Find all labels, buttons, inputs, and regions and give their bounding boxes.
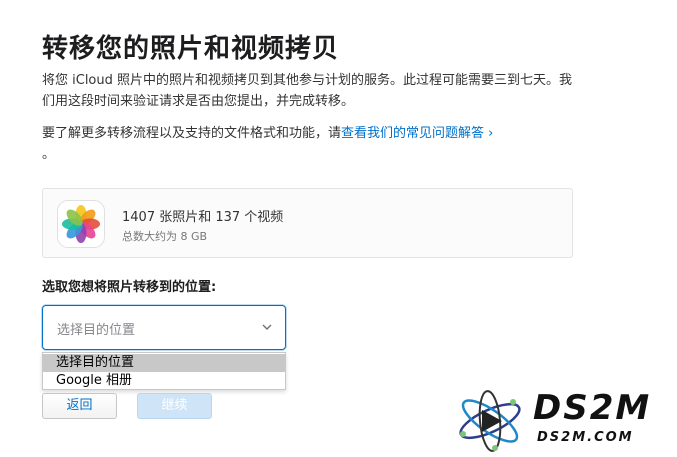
faq-link[interactable]: 查看我们的常见问题解答 › xyxy=(341,126,493,141)
chevron-down-icon xyxy=(262,324,272,330)
continue-button[interactable]: 继续 xyxy=(137,393,212,419)
option-google-photos[interactable]: Google 相册 xyxy=(43,372,285,390)
watermark-url: DS2M.COM xyxy=(537,430,634,445)
destination-select[interactable]: 选择目的位置 xyxy=(42,305,286,350)
total-size: 总数大约为 8 GB xyxy=(122,230,208,243)
option-choose-destination[interactable]: 选择目的位置 xyxy=(43,354,285,372)
destination-prompt: 选取您想将照片转移到的位置: xyxy=(42,280,217,295)
media-count: 1407 张照片和 137 个视频 xyxy=(122,210,284,225)
learn-more-text: 要了解更多转移流程以及支持的文件格式和功能，请查看我们的常见问题解答 › 。 xyxy=(42,123,582,165)
destination-select-value: 选择目的位置 xyxy=(57,323,136,338)
page-title: 转移您的照片和视频拷贝 xyxy=(42,34,340,64)
destination-dropdown-menu: 选择目的位置 Google 相册 xyxy=(42,352,286,390)
watermark: DS2M DS2M.COM xyxy=(455,388,670,454)
learn-more-suffix: 。 xyxy=(42,147,56,162)
photos-app-icon xyxy=(57,200,105,248)
learn-more-prefix: 要了解更多转移流程以及支持的文件格式和功能，请 xyxy=(42,126,342,141)
watermark-title: DS2M xyxy=(533,388,652,428)
back-button[interactable]: 返回 xyxy=(42,393,117,419)
transfer-description: 将您 iCloud 照片中的照片和视频拷贝到其他参与计划的服务。此过程可能需要三… xyxy=(42,73,573,109)
photo-summary-card: 1407 张照片和 137 个视频 总数大约为 8 GB xyxy=(42,188,573,258)
atom-logo-icon xyxy=(459,390,521,452)
